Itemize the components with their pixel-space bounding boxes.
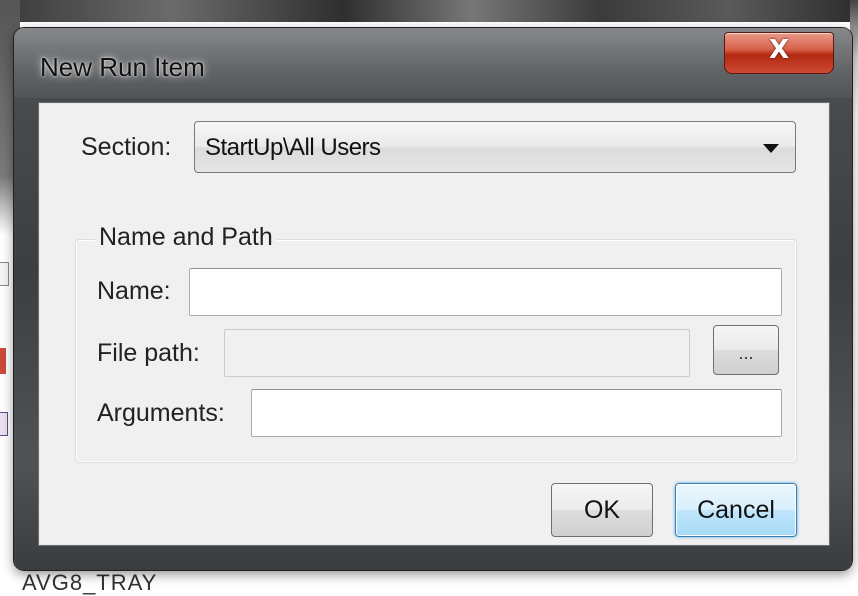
background-window-top [0,0,858,22]
section-label: Section: [81,133,172,161]
dialog-title: New Run Item [40,52,205,82]
close-button[interactable]: X [724,32,834,74]
file-path-input[interactable] [224,329,690,377]
chevron-down-icon [763,144,779,153]
background-mark [0,262,9,286]
dialog-client-area: Section: StartUp\All Users Name and Path… [38,102,830,546]
arguments-input[interactable] [251,389,782,437]
cancel-button[interactable]: Cancel [675,483,797,537]
title-bar[interactable]: New Run Item X [14,28,852,100]
background-list-item: AVG8_TRAY [22,570,158,595]
new-run-item-dialog: New Run Item X Section: StartUp\All User… [14,28,852,570]
background-mark [0,348,6,374]
name-label: Name: [97,277,171,305]
file-path-label: File path: [97,339,200,367]
arguments-label: Arguments: [97,399,225,427]
name-input[interactable] [189,268,782,316]
name-and-path-group-title: Name and Path [95,223,277,252]
ok-button[interactable]: OK [551,483,653,537]
background-mark [0,412,8,436]
section-dropdown[interactable]: StartUp\All Users [194,121,796,173]
section-dropdown-value: StartUp\All Users [205,134,381,161]
close-icon: X [768,35,790,65]
browse-button[interactable]: ... [713,325,779,375]
